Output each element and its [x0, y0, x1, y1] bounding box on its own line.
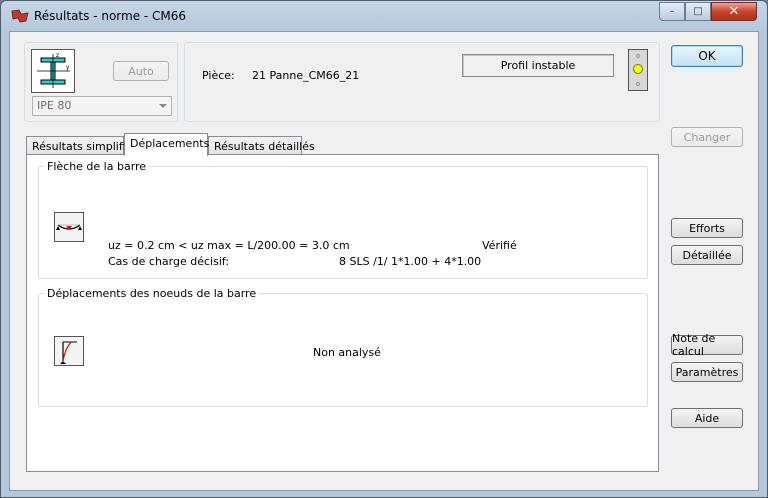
deflection-check: uz = 0.2 cm < uz max = L/200.00 = 3.0 cm: [108, 239, 350, 252]
window-title: Résultats - norme - CM66: [34, 9, 187, 23]
minimize-icon: –: [669, 6, 675, 17]
chevron-down-icon: [159, 104, 167, 108]
fleche-group: Flèche de la barre uz = 0.2 cm < uz max …: [38, 160, 648, 279]
ok-button[interactable]: OK: [671, 45, 743, 67]
node-displacement-icon: [60, 341, 77, 364]
window-controls: – □ ✕: [659, 2, 757, 22]
stability-status: Profil instable: [462, 54, 614, 77]
maximize-icon: □: [693, 6, 703, 17]
i-beam-icon: z y: [37, 52, 70, 88]
efforts-button[interactable]: Efforts: [671, 218, 743, 238]
dialog-client: z y Auto IPE 80 Pièce: 21 Panne_CM66_21 …: [9, 31, 759, 491]
deflection-button[interactable]: [54, 212, 84, 242]
deplacements-panel: Flèche de la barre uz = 0.2 cm < uz max …: [26, 154, 659, 472]
close-icon: ✕: [728, 4, 740, 19]
load-case-value: 8 SLS /1/ 1*1.00 + 4*1.00: [339, 255, 482, 268]
profile-select-value: IPE 80: [37, 99, 72, 112]
detaillee-button[interactable]: Détaillée: [671, 245, 743, 265]
auto-button[interactable]: Auto: [113, 61, 169, 81]
fleche-title: Flèche de la barre: [45, 160, 149, 173]
tab-resultats-simplifies[interactable]: Résultats simplifiés: [26, 136, 138, 155]
profile-select[interactable]: IPE 80: [32, 96, 172, 116]
noeuds-status: Non analysé: [313, 346, 381, 359]
maximize-button[interactable]: □: [685, 2, 711, 21]
changer-button[interactable]: Changer: [671, 127, 743, 147]
node-displacement-button[interactable]: [54, 336, 84, 366]
noeuds-group: Déplacements des noeuds de la barre Non …: [38, 287, 648, 407]
noeuds-title: Déplacements des noeuds de la barre: [45, 287, 259, 300]
status-indicator: [628, 49, 648, 91]
tab-deplacements[interactable]: Déplacements: [124, 133, 209, 156]
minimize-button[interactable]: –: [659, 2, 685, 21]
beam-deflection-icon: [56, 224, 82, 230]
aide-button[interactable]: Aide: [671, 408, 743, 428]
indicator-bottom-dot: [636, 82, 640, 86]
tab-resultats-detailles[interactable]: Résultats détaillés: [208, 136, 315, 155]
indicator-top-dot: [636, 54, 640, 58]
close-button[interactable]: ✕: [711, 2, 757, 21]
app-icon: [11, 9, 29, 23]
title-bar[interactable]: Résultats - norme - CM66 – □ ✕: [1, 1, 767, 31]
parametres-button[interactable]: Paramètres: [671, 362, 743, 382]
note-de-calcul-button[interactable]: Note de calcul: [671, 332, 743, 358]
dialog-window: Résultats - norme - CM66 – □ ✕ z y Auto: [0, 0, 768, 498]
axis-y-label: y: [66, 64, 70, 71]
axis-z-label: z: [56, 52, 59, 59]
yellow-light-icon: [633, 64, 643, 74]
deflection-verdict: Vérifié: [482, 239, 517, 252]
piece-value: 21 Panne_CM66_21: [252, 69, 360, 82]
profile-section-button[interactable]: z y: [31, 49, 75, 93]
load-case-label: Cas de charge décisif:: [108, 255, 230, 268]
piece-label: Pièce:: [202, 69, 235, 82]
